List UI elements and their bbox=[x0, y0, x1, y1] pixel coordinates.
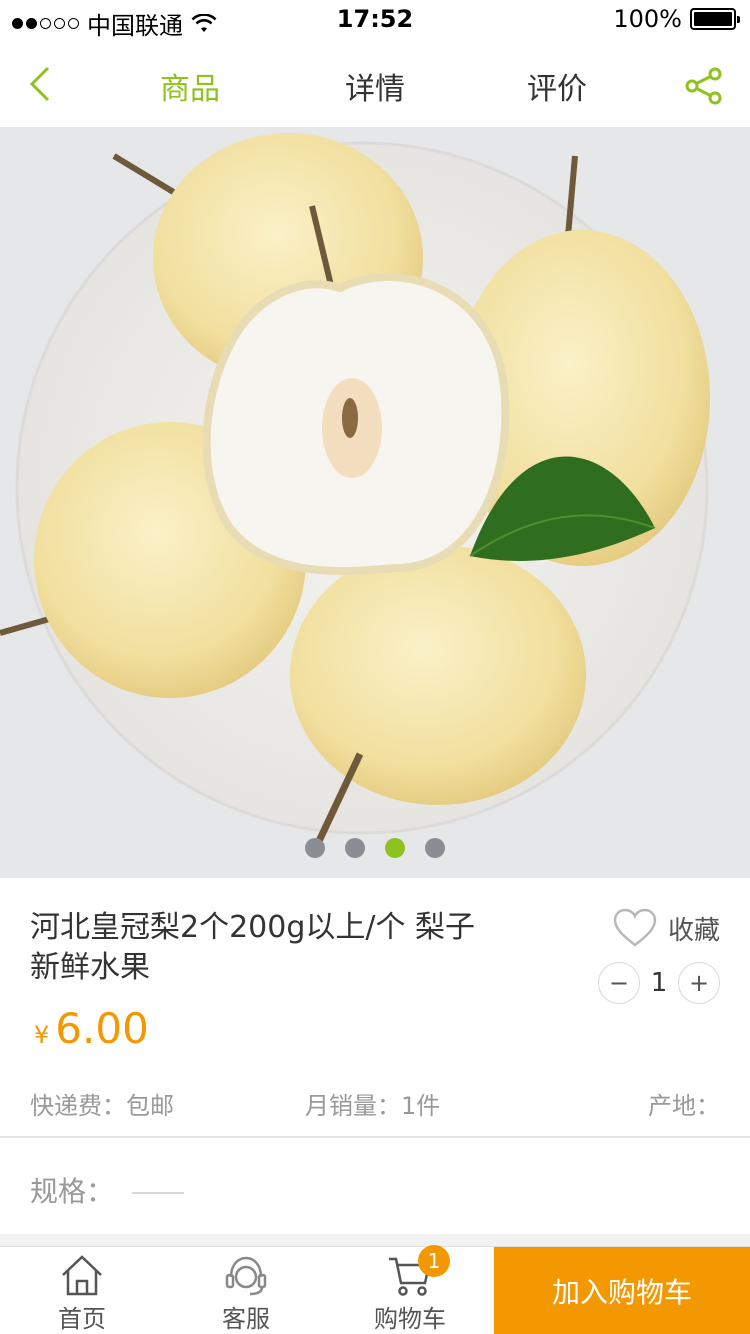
price-value: 6.00 bbox=[55, 1004, 149, 1053]
share-icon[interactable] bbox=[684, 66, 724, 106]
product-info: 河北皇冠梨2个200g以上/个 梨子 新鲜水果 ¥ 6.00 收藏 − 1 + … bbox=[0, 878, 750, 1138]
currency-symbol: ¥ bbox=[34, 1021, 50, 1049]
cart-badge: 1 bbox=[418, 1245, 450, 1277]
favorite-label: 收藏 bbox=[667, 915, 720, 946]
quantity-value: 1 bbox=[650, 968, 668, 998]
quantity-stepper: − 1 + bbox=[598, 962, 720, 1004]
monthly-sales: 月销量：1件 bbox=[305, 1092, 441, 1120]
cart-label: 购物车 bbox=[374, 1305, 446, 1333]
battery-percent: 100% bbox=[613, 5, 682, 33]
home-icon bbox=[62, 1255, 102, 1296]
heart-icon bbox=[613, 908, 657, 947]
headset-icon bbox=[225, 1256, 267, 1296]
carousel-dot[interactable] bbox=[345, 838, 365, 858]
increment-button[interactable]: + bbox=[678, 962, 720, 1004]
battery-icon bbox=[690, 8, 740, 30]
home-label: 首页 bbox=[58, 1305, 106, 1333]
tab-reviews[interactable]: 评价 bbox=[497, 64, 617, 108]
product-photo bbox=[0, 128, 750, 878]
nav-tabs: 商品 详情 评价 bbox=[0, 40, 750, 128]
spec-section[interactable]: 规格： bbox=[0, 1138, 750, 1234]
carousel-dot-active[interactable] bbox=[385, 838, 405, 858]
bottom-bar: 首页 客服 1 购物车 加入购物车 bbox=[0, 1245, 750, 1334]
spec-placeholder-line bbox=[132, 1192, 184, 1194]
tab-details[interactable]: 详情 bbox=[315, 64, 435, 108]
carousel-dot[interactable] bbox=[425, 838, 445, 858]
tab-goods[interactable]: 商品 bbox=[130, 64, 250, 108]
tab-customer-service[interactable]: 客服 bbox=[164, 1247, 328, 1334]
tab-home[interactable]: 首页 bbox=[0, 1247, 164, 1334]
add-to-cart-button[interactable]: 加入购物车 bbox=[494, 1247, 750, 1334]
favorite-button[interactable]: 收藏 bbox=[612, 908, 720, 948]
status-right: 100% bbox=[613, 5, 740, 33]
product-image-carousel[interactable] bbox=[0, 128, 750, 878]
origin: 产地： bbox=[648, 1092, 720, 1120]
product-title: 河北皇冠梨2个200g以上/个 梨子 新鲜水果 bbox=[30, 910, 476, 985]
carousel-indicators bbox=[0, 838, 750, 858]
status-bar: 中国联通 17:52 100% bbox=[0, 0, 750, 40]
nav-bar: 商品 详情 评价 bbox=[0, 40, 750, 128]
decrement-button[interactable]: − bbox=[598, 962, 640, 1004]
tab-cart[interactable]: 1 购物车 bbox=[328, 1245, 492, 1334]
shipping-fee: 快递费：包邮 bbox=[30, 1092, 174, 1120]
spec-label: 规格： bbox=[30, 1175, 115, 1208]
product-price: ¥ 6.00 bbox=[34, 1004, 149, 1053]
customer-service-label: 客服 bbox=[222, 1305, 270, 1333]
carousel-dot[interactable] bbox=[305, 838, 325, 858]
